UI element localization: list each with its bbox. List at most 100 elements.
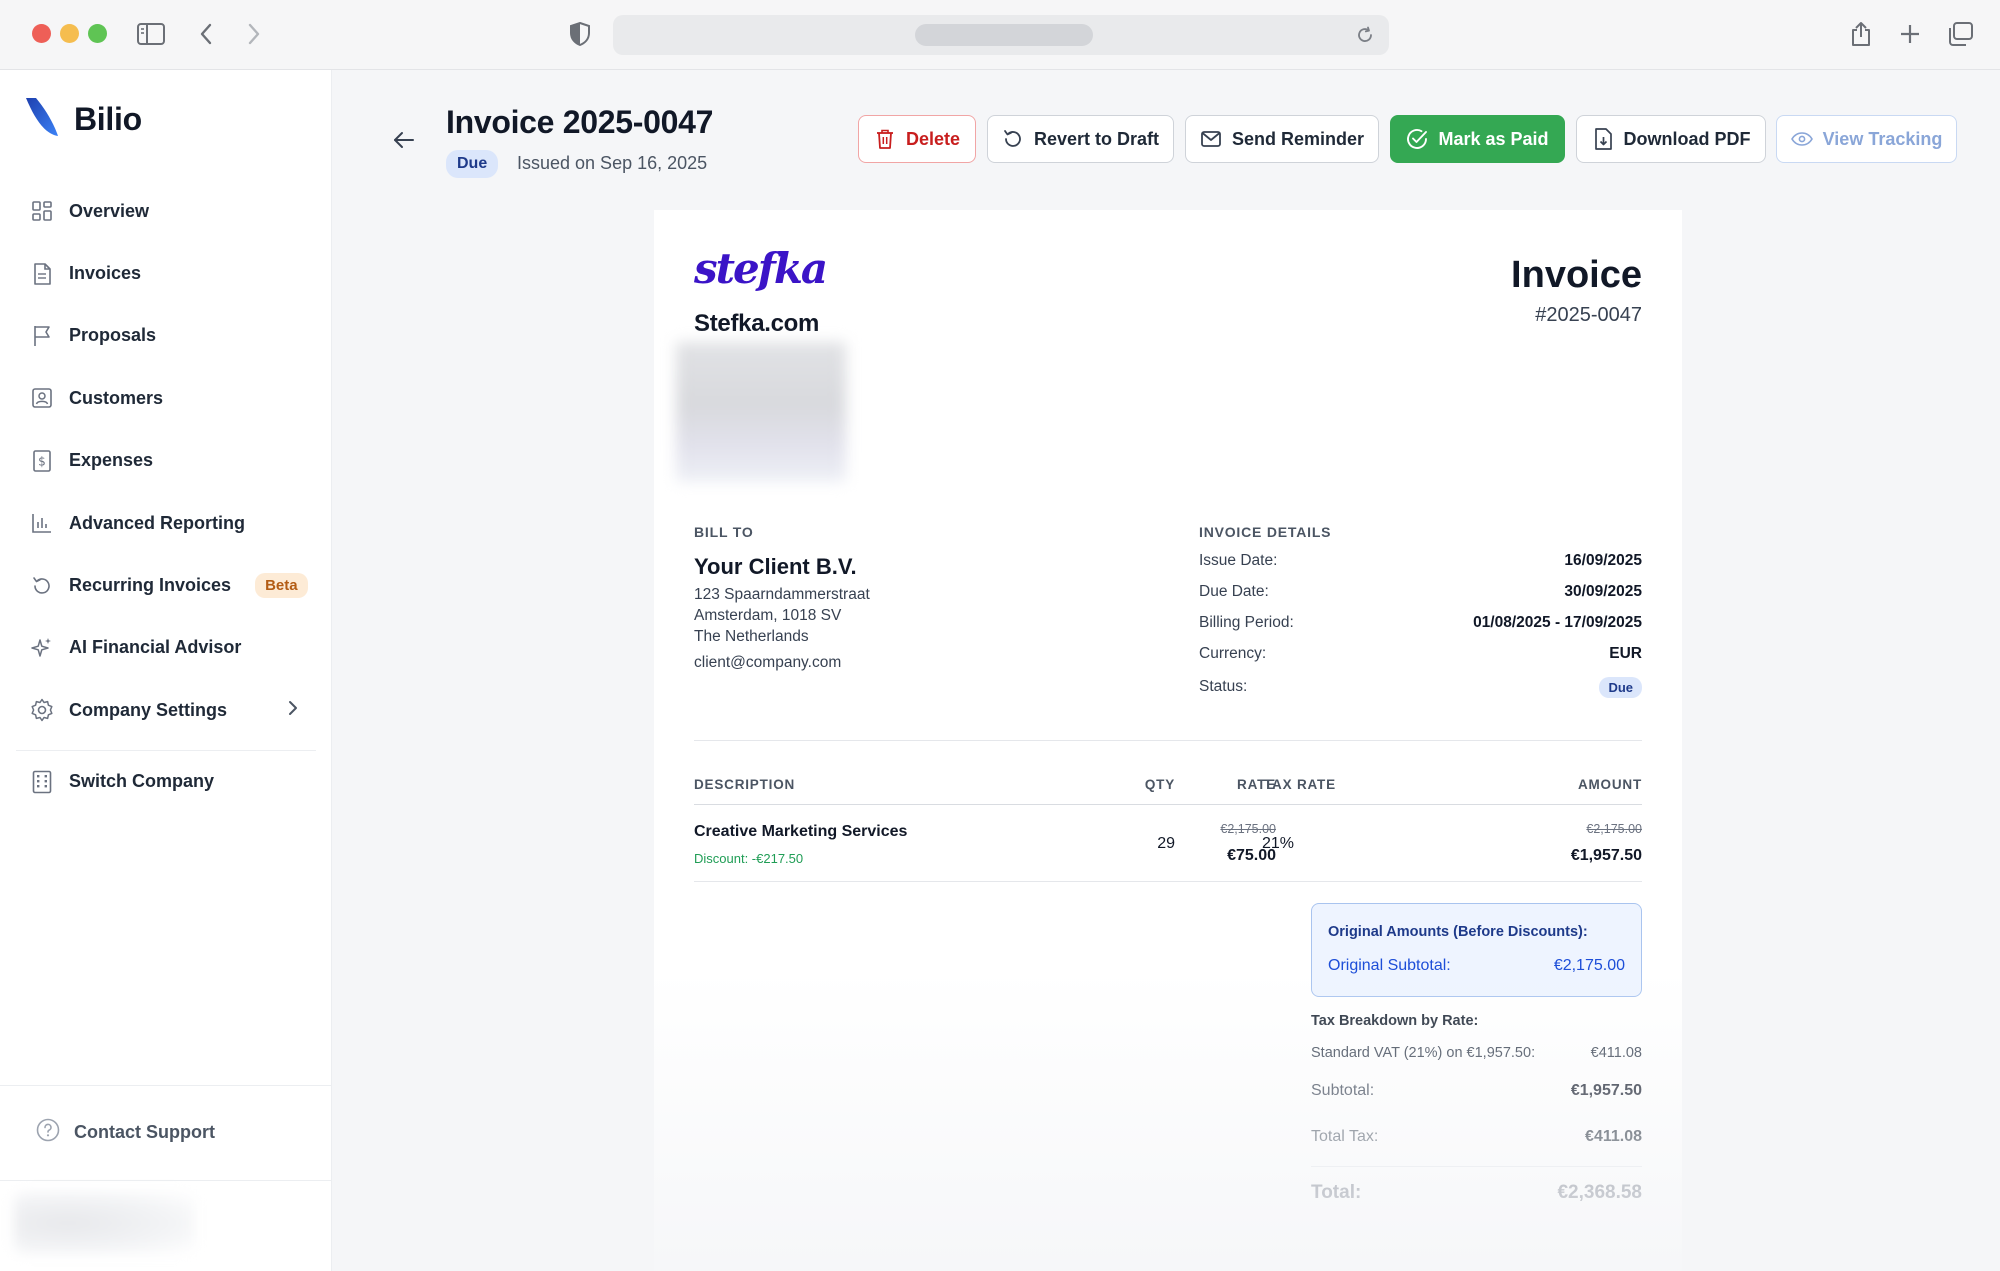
invoice-document: stefka Stefka.com Invoice #2025-0047 BIL… — [654, 210, 1682, 1271]
delete-button[interactable]: Delete — [858, 115, 976, 163]
gear-icon — [30, 698, 54, 722]
sidebar-item-invoices[interactable]: Invoices — [0, 242, 332, 304]
mark-as-paid-button[interactable]: Mark as Paid — [1390, 115, 1565, 163]
main-content: Invoice 2025-0047 Due Issued on Sep 16, … — [332, 70, 2000, 1271]
company-logo: stefka — [694, 244, 828, 293]
sidebar-item-customers[interactable]: Customers — [0, 367, 332, 429]
sidebar-item-expenses[interactable]: $ Expenses — [0, 430, 332, 492]
status-badge: Due — [446, 150, 499, 178]
reminder-label: Send Reminder — [1231, 128, 1365, 149]
back-arrow-icon[interactable] — [188, 16, 224, 52]
view-tracking-button[interactable]: View Tracking — [1776, 115, 1957, 163]
privacy-shield-icon[interactable] — [562, 16, 598, 52]
original-subtotal-label: Original Subtotal: — [1328, 957, 1451, 974]
tax-line-value: €411.08 — [1590, 1045, 1642, 1061]
share-icon[interactable] — [1843, 16, 1879, 52]
sidebar-item-advanced-reporting[interactable]: Advanced Reporting — [0, 492, 332, 554]
reload-icon[interactable] — [1353, 23, 1377, 47]
line-item-rate: €75.00 — [1227, 847, 1276, 864]
subtotal-value: €1,957.50 — [1570, 1082, 1642, 1099]
detail-key: Billing Period: — [1199, 614, 1294, 631]
sidebar-item-label: Expenses — [69, 450, 154, 471]
sidebar-item-label: Advanced Reporting — [69, 512, 246, 533]
download-pdf-button[interactable]: Download PDF — [1576, 115, 1766, 163]
sidebar-item-switch-company[interactable]: Switch Company — [0, 751, 332, 813]
new-tab-icon[interactable] — [1892, 16, 1928, 52]
send-reminder-button[interactable]: Send Reminder — [1185, 115, 1379, 163]
undo-icon — [1002, 128, 1024, 150]
forward-arrow-icon[interactable] — [236, 16, 272, 52]
browser-toolbar — [0, 0, 2000, 70]
original-subtotal-value: €2,175.00 — [1553, 957, 1625, 974]
tax-breakdown-title: Tax Breakdown by Rate: — [1311, 1013, 1479, 1029]
sparkles-icon — [30, 636, 54, 660]
tab-overview-icon[interactable] — [1942, 16, 1978, 52]
revert-to-draft-button[interactable]: Revert to Draft — [987, 115, 1174, 163]
sidebar-item-overview[interactable]: Overview — [0, 180, 332, 242]
line-item-discount: Discount: -€217.50 — [694, 851, 804, 866]
original-amounts-box: Original Amounts (Before Discounts): Ori… — [1311, 903, 1642, 997]
detail-billing-period: Billing Period: 01/08/2025 - 17/09/2025 — [1199, 614, 1642, 636]
bar-chart-icon — [30, 511, 54, 535]
grand-total-value: €2,368.58 — [1557, 1182, 1642, 1203]
flag-icon — [30, 324, 54, 348]
user-profile-redacted[interactable] — [14, 1192, 194, 1254]
detail-value: 30/09/2025 — [1564, 583, 1642, 600]
paid-label: Mark as Paid — [1438, 128, 1549, 149]
contact-support-button[interactable]: Contact Support — [36, 1118, 215, 1147]
building-icon — [30, 770, 54, 794]
page-title: Invoice 2025-0047 — [446, 104, 714, 140]
detail-status: Status: Due — [1199, 676, 1642, 698]
grand-total-label: Total: — [1311, 1182, 1362, 1203]
close-window-button[interactable] — [32, 24, 51, 43]
sidebar-item-ai-financial-advisor[interactable]: AI Financial Advisor — [0, 617, 332, 679]
section-divider — [694, 740, 1642, 741]
sidebar-item-recurring-invoices[interactable]: Recurring Invoices Beta — [0, 554, 332, 616]
brand[interactable]: Bilio — [24, 96, 142, 143]
table-header-divider — [694, 804, 1642, 805]
tax-line-label: Standard VAT (21%) on €1,957.50: — [1311, 1045, 1536, 1061]
client-street: 123 Spaarndammerstraat — [694, 586, 870, 603]
app-name: Bilio — [74, 101, 142, 137]
detail-issue-date: Issue Date: 16/09/2025 — [1199, 552, 1642, 574]
column-header-qty: QTY — [1144, 777, 1175, 792]
sidebar-footer: Contact Support — [0, 1085, 332, 1181]
url-placeholder — [915, 24, 1093, 46]
client-city: Amsterdam, 1018 SV — [694, 607, 842, 624]
sidebar-item-proposals[interactable]: Proposals — [0, 305, 332, 367]
total-tax-row: Total Tax: €411.08 — [1311, 1128, 1642, 1146]
invoice-number: #2025-0047 — [1535, 304, 1642, 326]
column-header-rate: RATE — [1237, 777, 1276, 792]
minimize-window-button[interactable] — [60, 24, 79, 43]
line-item-original-rate: €2,175.00 — [1220, 822, 1276, 836]
mail-icon — [1200, 128, 1222, 150]
tax-breakdown-row: Standard VAT (21%) on €1,957.50: €411.08 — [1311, 1045, 1642, 1061]
sidebar-toggle-icon[interactable] — [133, 16, 169, 52]
detail-value: EUR — [1609, 645, 1642, 662]
detail-key: Status: — [1199, 678, 1248, 695]
delete-label: Delete — [905, 128, 961, 149]
maximize-window-button[interactable] — [88, 24, 107, 43]
company-address-redacted — [676, 342, 846, 482]
beta-badge: Beta — [255, 573, 308, 599]
subtotal-label: Subtotal: — [1311, 1082, 1375, 1099]
sidebar-item-label: Overview — [69, 200, 150, 221]
line-item-description: Creative Marketing Services — [694, 823, 908, 840]
address-bar[interactable] — [613, 15, 1389, 55]
receipt-dollar-icon: $ — [30, 449, 54, 473]
detail-key: Currency: — [1199, 645, 1267, 662]
line-item-amount: €1,957.50 — [1570, 847, 1642, 864]
client-country: The Netherlands — [694, 628, 809, 645]
chevron-right-icon — [288, 700, 298, 721]
back-arrow-icon[interactable] — [386, 122, 422, 158]
sidebar-item-label: Switch Company — [69, 771, 215, 792]
contact-support-label: Contact Support — [74, 1122, 215, 1142]
client-name: Your Client B.V. — [694, 554, 857, 579]
detail-currency: Currency: EUR — [1199, 645, 1642, 667]
trash-icon — [874, 128, 896, 150]
svg-text:$: $ — [38, 454, 46, 468]
revert-label: Revert to Draft — [1033, 128, 1160, 149]
original-subtotal-row: Original Subtotal: €2,175.00 — [1328, 957, 1625, 975]
detail-due-date: Due Date: 30/09/2025 — [1199, 583, 1642, 605]
sidebar-item-company-settings[interactable]: Company Settings — [0, 679, 332, 741]
